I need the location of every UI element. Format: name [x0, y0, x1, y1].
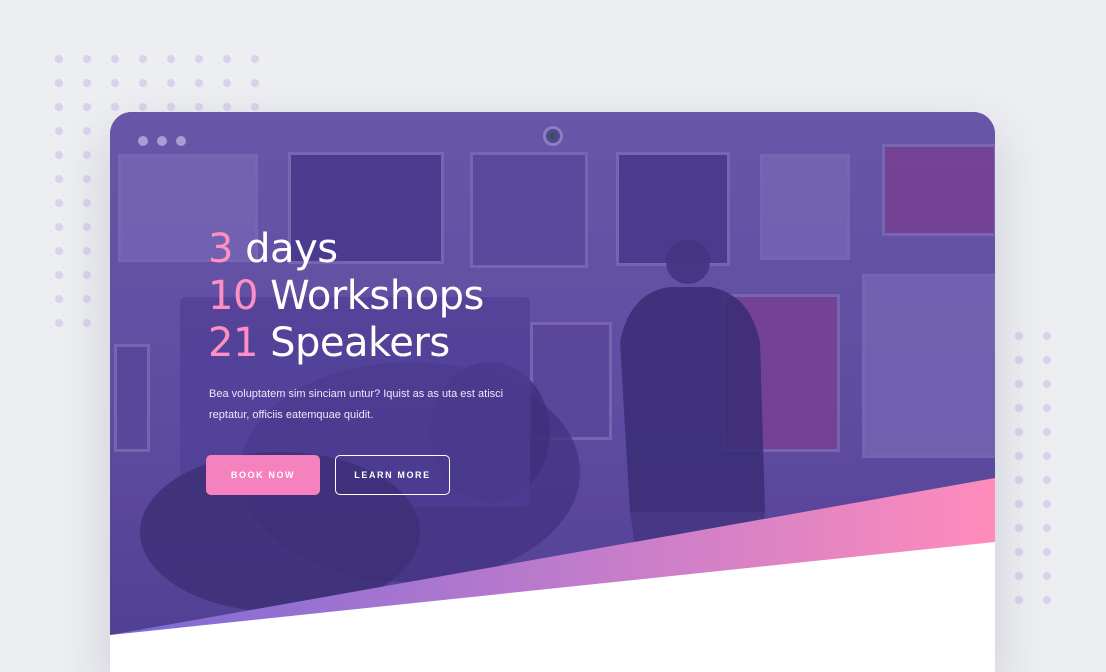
- decorative-dot: [83, 103, 91, 111]
- decorative-dot: [223, 103, 231, 111]
- decorative-dot: [1015, 428, 1023, 436]
- decorative-dot: [1015, 548, 1023, 556]
- decorative-dot: [55, 319, 63, 327]
- decorative-dot: [1043, 524, 1051, 532]
- device-mockup: 3 days 10 Workshops 21 Speakers Bea volu…: [110, 112, 995, 672]
- decorative-dot: [1043, 428, 1051, 436]
- decorative-dot: [55, 103, 63, 111]
- window-dots-icon: [138, 136, 186, 146]
- decorative-dot: [195, 55, 203, 63]
- decorative-dot: [1043, 476, 1051, 484]
- decorative-dot: [55, 295, 63, 303]
- decorative-dot: [111, 55, 119, 63]
- decorative-dot: [83, 319, 91, 327]
- decorative-dot: [1043, 404, 1051, 412]
- decorative-dot: [55, 271, 63, 279]
- decorative-dot: [251, 103, 259, 111]
- decorative-dot: [1015, 476, 1023, 484]
- decorative-dot: [1043, 596, 1051, 604]
- decorative-dot: [1015, 404, 1023, 412]
- stat-workshops: 10 Workshops: [208, 273, 484, 319]
- decorative-dot: [1015, 332, 1023, 340]
- decorative-dot: [1043, 548, 1051, 556]
- decorative-dot: [111, 79, 119, 87]
- decorative-dot: [223, 79, 231, 87]
- stat-days: 3 days: [208, 226, 338, 272]
- decorative-dot: [1043, 332, 1051, 340]
- decorative-dot: [139, 55, 147, 63]
- decorative-dot: [83, 271, 91, 279]
- decorative-dot: [1015, 524, 1023, 532]
- decorative-dot: [55, 223, 63, 231]
- decorative-dot: [83, 127, 91, 135]
- decorative-dot: [167, 55, 175, 63]
- decorative-dot: [1043, 452, 1051, 460]
- decorative-dot: [83, 55, 91, 63]
- decorative-dot: [251, 55, 259, 63]
- decorative-dot: [1015, 452, 1023, 460]
- decorative-dot: [1015, 596, 1023, 604]
- decorative-dot: [55, 55, 63, 63]
- decorative-dot-grid-right: [1015, 332, 1051, 604]
- decorative-dot: [1043, 380, 1051, 388]
- decorative-dot: [1015, 380, 1023, 388]
- decorative-dot: [139, 79, 147, 87]
- decorative-dot: [83, 175, 91, 183]
- decorative-dot: [55, 199, 63, 207]
- decorative-dot: [111, 103, 119, 111]
- decorative-dot: [139, 103, 147, 111]
- decorative-dot-grid-left: [55, 55, 91, 327]
- decorative-dot: [1015, 356, 1023, 364]
- decorative-dot: [167, 79, 175, 87]
- learn-more-button[interactable]: LEARN MORE: [335, 455, 450, 495]
- decorative-dot: [1043, 356, 1051, 364]
- stat-speakers: 21 Speakers: [208, 320, 450, 366]
- decorative-dot: [83, 223, 91, 231]
- decorative-dot: [1043, 500, 1051, 508]
- decorative-dot: [83, 79, 91, 87]
- decorative-dot: [223, 55, 231, 63]
- decorative-dot: [1043, 572, 1051, 580]
- decorative-dot: [83, 151, 91, 159]
- decorative-dot: [55, 151, 63, 159]
- decorative-dot: [1015, 572, 1023, 580]
- decorative-dot: [55, 175, 63, 183]
- book-now-button[interactable]: BOOK NOW: [206, 455, 320, 495]
- webcam-icon: [543, 126, 563, 146]
- decorative-dot: [195, 79, 203, 87]
- decorative-dot: [83, 199, 91, 207]
- hero-description: Bea voluptatem sim sinciam untur? Iquist…: [209, 388, 504, 421]
- hero-headline: 3 days 10 Workshops 21 Speakers: [208, 226, 484, 367]
- decorative-dot: [251, 79, 259, 87]
- decorative-dot: [195, 103, 203, 111]
- decorative-dot: [55, 79, 63, 87]
- decorative-dot: [1015, 500, 1023, 508]
- decorative-dot: [167, 103, 175, 111]
- decorative-dot: [83, 247, 91, 255]
- decorative-dot: [83, 295, 91, 303]
- decorative-dot: [55, 127, 63, 135]
- decorative-dot: [55, 247, 63, 255]
